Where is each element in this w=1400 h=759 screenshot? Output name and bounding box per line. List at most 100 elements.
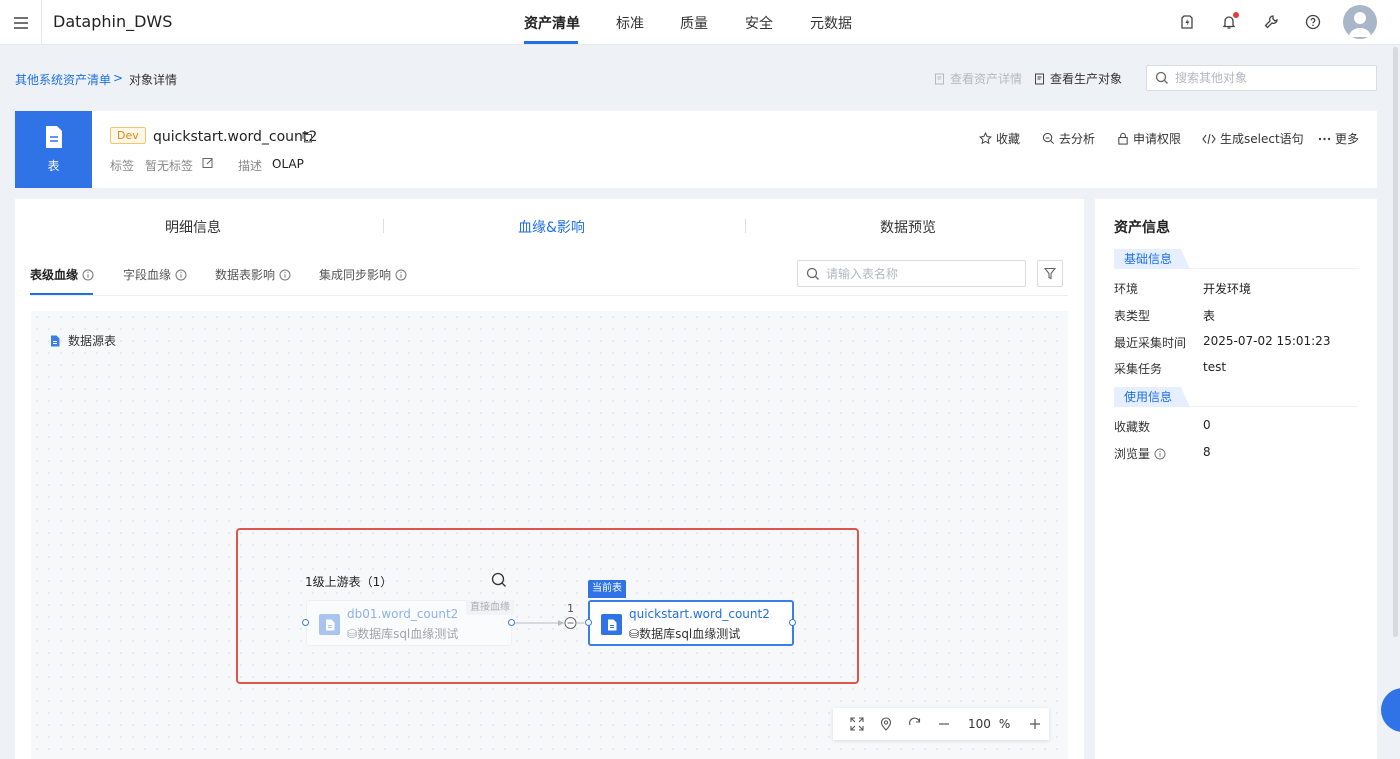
- subtab-label: 字段血缘: [123, 268, 172, 282]
- nav-active-indicator: [524, 41, 578, 44]
- info-value-table-type: 表: [1203, 309, 1216, 323]
- analysis-icon: [1042, 132, 1054, 144]
- search-other-input[interactable]: [1175, 71, 1365, 85]
- tags-label: 标签: [110, 159, 135, 173]
- zoom-out-icon[interactable]: [929, 708, 958, 740]
- generate-select-button[interactable]: 生成select语句: [1202, 130, 1304, 147]
- fullscreen-icon[interactable]: [843, 708, 872, 740]
- edit-icon[interactable]: [202, 157, 214, 169]
- locate-icon[interactable]: [872, 708, 901, 740]
- info-label-collect-task: 采集任务: [1114, 362, 1163, 376]
- wrench-icon[interactable]: [1261, 12, 1281, 32]
- current-table-label: 当前表: [588, 580, 626, 598]
- info-value-collect-task: test: [1203, 360, 1227, 374]
- document-search-icon: [935, 73, 944, 84]
- views-label: 浏览量: [1114, 447, 1151, 461]
- node-port[interactable]: [302, 619, 309, 626]
- filter-button[interactable]: [1037, 260, 1063, 287]
- legend-label: 数据源表: [68, 334, 117, 348]
- floating-help-button[interactable]: [1381, 688, 1400, 732]
- upstream-level-title: 1级上游表（1）: [305, 575, 393, 589]
- table-name-input[interactable]: [826, 266, 1016, 281]
- search-icon: [806, 267, 819, 280]
- node-port[interactable]: [789, 619, 796, 626]
- request-permission-button[interactable]: 申请权限: [1117, 130, 1181, 147]
- nav-tab-standard[interactable]: 标准: [616, 13, 644, 33]
- view-prod-object-label: 查看生产对象: [1050, 72, 1123, 86]
- subtab-field-lineage[interactable]: 字段血缘: [123, 266, 187, 283]
- subtab-table-lineage[interactable]: 表级血缘: [30, 266, 94, 283]
- info-value-favorites: 0: [1203, 418, 1211, 432]
- info-label-table-type: 表类型: [1114, 309, 1151, 323]
- view-prod-object-button[interactable]: 查看生产对象: [1034, 70, 1122, 87]
- tab-detail-info[interactable]: 明细信息: [165, 217, 221, 237]
- asset-info-title: 资产信息: [1114, 220, 1170, 236]
- current-node-db-label: 数据库sql血缘测试: [639, 627, 741, 641]
- view-asset-detail-button[interactable]: 查看资产详情: [934, 70, 1022, 87]
- usage-info-section: 使用信息: [1114, 387, 1358, 407]
- env-badge: Dev: [110, 127, 146, 144]
- info-icon: [1154, 448, 1166, 459]
- subtab-divider: [30, 295, 1068, 296]
- breadcrumb-parent-link[interactable]: 其他系统资产清单: [15, 71, 111, 88]
- breadcrumb-current: 对象详情: [129, 73, 178, 87]
- document-search-icon: [1035, 73, 1044, 84]
- nav-tab-metadata[interactable]: 元数据: [810, 13, 852, 33]
- view-asset-detail-label: 查看资产详情: [950, 72, 1023, 86]
- zoom-unit: %: [998, 717, 1011, 731]
- table-file-icon: [51, 335, 60, 346]
- info-icon: [279, 269, 291, 280]
- info-value-env: 开发环境: [1203, 282, 1252, 296]
- description-value: OLAP: [272, 157, 304, 171]
- nav-tab-asset-list[interactable]: 资产清单: [524, 13, 580, 33]
- search-icon[interactable]: [491, 572, 507, 588]
- breadcrumb-separator: >: [113, 71, 124, 85]
- tab-divider: [745, 219, 746, 233]
- node-port[interactable]: [508, 619, 515, 626]
- search-other-objects[interactable]: [1146, 65, 1377, 91]
- user-avatar[interactable]: [1343, 5, 1377, 39]
- info-label-favorites: 收藏数: [1114, 420, 1151, 434]
- nav-tab-security[interactable]: 安全: [745, 13, 773, 33]
- object-name: quickstart.word_count2: [153, 129, 318, 145]
- request-permission-label: 申请权限: [1133, 132, 1182, 146]
- subtab-label: 数据表影响: [215, 268, 276, 282]
- info-label-last-collected: 最近采集时间: [1114, 336, 1187, 350]
- notification-dot: [1233, 12, 1239, 18]
- more-button[interactable]: 更多: [1318, 130, 1359, 147]
- upstream-node-db: ⛁数据库sql血缘测试: [347, 627, 459, 641]
- zoom-in-icon[interactable]: [1020, 708, 1049, 740]
- subtab-sync-impact[interactable]: 集成同步影响: [319, 266, 407, 283]
- object-header-card: [15, 111, 1377, 188]
- rocket-icon[interactable]: [1177, 12, 1197, 32]
- subtab-label: 集成同步影响: [319, 268, 392, 282]
- favorite-button[interactable]: 收藏: [979, 130, 1020, 147]
- refresh-icon[interactable]: [900, 708, 929, 740]
- tab-lineage-impact[interactable]: 血缘&影响: [518, 217, 585, 237]
- page-scrollbar[interactable]: [1393, 47, 1398, 637]
- table-file-icon: [45, 126, 62, 148]
- table-name-search[interactable]: [797, 260, 1026, 287]
- legend-source-table: 数据源表: [50, 332, 116, 349]
- nav-tab-quality[interactable]: 质量: [680, 13, 708, 33]
- section-label: 使用信息: [1114, 387, 1191, 407]
- help-icon[interactable]: [1303, 12, 1323, 32]
- subtab-table-impact[interactable]: 数据表影响: [215, 266, 291, 283]
- subtab-active-indicator: [30, 293, 93, 295]
- copy-icon[interactable]: [301, 131, 313, 143]
- info-icon: [395, 269, 407, 280]
- object-type-tile: 表: [15, 111, 92, 188]
- node-port[interactable]: [585, 619, 592, 626]
- upstream-node-db-label: 数据库sql血缘测试: [357, 627, 459, 641]
- tab-data-preview[interactable]: 数据预览: [880, 217, 936, 237]
- menu-icon[interactable]: [0, 0, 42, 45]
- analyze-button[interactable]: 去分析: [1042, 130, 1095, 147]
- lock-icon: [1118, 132, 1128, 145]
- info-value-views: 8: [1203, 445, 1211, 459]
- info-label-views: 浏览量: [1114, 445, 1166, 462]
- favorite-label: 收藏: [996, 132, 1021, 146]
- basic-info-section: 基础信息: [1114, 249, 1358, 269]
- object-type-label: 表: [47, 159, 60, 173]
- current-node-db: ⛁数据库sql血缘测试: [629, 627, 741, 641]
- info-label-env: 环境: [1114, 282, 1139, 296]
